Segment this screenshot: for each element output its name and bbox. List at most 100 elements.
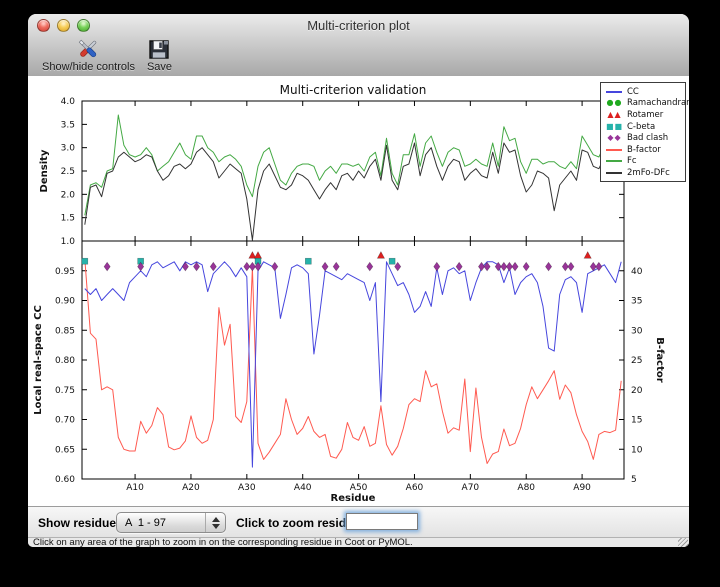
top-axes-frame <box>82 101 624 241</box>
b-factor-tick-label: 20 <box>631 386 643 396</box>
x-tick-label: A20 <box>182 483 200 493</box>
legend-swatch-line <box>601 149 627 151</box>
legend-swatch-line <box>601 91 627 93</box>
b-factor-tick-label: 10 <box>631 445 643 455</box>
x-tick-label: A40 <box>294 483 312 493</box>
y-tick-label: 0.95 <box>55 267 75 277</box>
plot-legend: CC●●Ramachandran▲▲Rotamer■■C-beta◆◆Bad c… <box>600 82 686 182</box>
legend-label: Rotamer <box>627 110 663 120</box>
legend-swatch-triangle: ▲▲ <box>601 111 627 119</box>
status-message: Click on any area of the graph to zoom i… <box>33 538 413 547</box>
b-factor-axis-label: B-factor <box>654 337 665 382</box>
screen: Multi-criterion plot <box>0 0 720 587</box>
legend-label: B-factor <box>627 145 661 155</box>
y-tick-label: 0.75 <box>55 386 75 396</box>
x-tick-label: A50 <box>350 483 368 493</box>
bad-clash-marker <box>568 262 574 271</box>
chain-range-value: A 1 - 97 <box>117 517 205 529</box>
c-beta-marker <box>82 258 88 264</box>
legend-label: CC <box>627 87 639 97</box>
bad-clash-marker <box>395 262 401 271</box>
legend-entry: ●●Ramachandran <box>601 98 685 110</box>
cc-axis-label: Local real-space CC <box>33 305 44 415</box>
y-tick-label: 4.0 <box>61 97 76 107</box>
bad-clash-marker <box>210 262 216 271</box>
fc-line <box>85 115 621 215</box>
legend-label: Bad clash <box>627 133 668 143</box>
zoom-residue-input[interactable] <box>346 513 418 530</box>
bad-clash-marker <box>193 262 199 271</box>
y-tick-label: 0.60 <box>55 475 75 485</box>
y-tick-label: 0.80 <box>55 356 75 366</box>
legend-entry: B-factor <box>601 144 685 156</box>
c-beta-marker <box>389 258 395 264</box>
traffic-lights <box>37 14 90 36</box>
bad-clash-marker <box>322 262 328 271</box>
save-icon <box>147 37 171 61</box>
window-chrome: Multi-criterion plot <box>28 14 689 77</box>
legend-swatch-circle: ●● <box>601 99 627 107</box>
b-factor-tick-label: 30 <box>631 326 643 336</box>
toolbar-button-label: Show/hide controls <box>42 61 135 73</box>
bad-clash-marker <box>545 262 551 271</box>
x-tick-label: A10 <box>126 483 144 493</box>
y-tick-label: 0.65 <box>55 445 75 455</box>
y-tick-label: 3.5 <box>61 120 75 130</box>
y-tick-label: 2.5 <box>61 167 75 177</box>
bad-clash-marker <box>512 262 518 271</box>
y-tick-label: 0.85 <box>55 326 75 336</box>
y-tick-label: 0.90 <box>55 297 75 307</box>
rotamer-marker <box>584 252 591 259</box>
legend-swatch-diamond: ◆◆ <box>601 134 627 142</box>
y-tick-label: 1.0 <box>61 237 76 247</box>
toolbar: Show/hide controls Save <box>28 36 689 76</box>
legend-swatch-square: ■■ <box>601 123 627 131</box>
status-bar: Click on any area of the graph to zoom i… <box>28 537 689 547</box>
window: Multi-criterion plot <box>28 14 689 547</box>
save-button[interactable]: Save <box>141 36 178 75</box>
multi-criterion-plot[interactable]: Multi-criterion validation4.03.53.02.52.… <box>28 76 689 506</box>
zoom-residue-label: Click to zoom residue: <box>236 516 364 530</box>
x-tick-label: A60 <box>406 483 424 493</box>
b-factor-tick-label: 25 <box>631 356 642 366</box>
titlebar[interactable]: Multi-criterion plot <box>28 14 689 36</box>
show-hide-controls-button[interactable]: Show/hide controls <box>36 36 141 75</box>
bad-clash-marker <box>182 262 188 271</box>
b-factor-tick-label: 15 <box>631 416 642 426</box>
b-factor-tick-label: 40 <box>631 267 643 277</box>
window-title: Multi-criterion plot <box>28 18 689 33</box>
residue-axis-label: Residue <box>331 493 376 504</box>
bad-clash-marker <box>523 262 529 271</box>
popup-stepper-icon <box>205 513 225 532</box>
resize-grip[interactable] <box>678 538 688 547</box>
plot-canvas: Multi-criterion validation4.03.53.02.52.… <box>28 76 689 506</box>
bad-clash-marker <box>434 262 440 271</box>
y-tick-label: 1.5 <box>61 214 75 224</box>
zoom-window-button[interactable] <box>77 19 90 32</box>
legend-label: C-beta <box>627 122 655 132</box>
legend-entry: Fc <box>601 156 685 168</box>
figure-title: Multi-criterion validation <box>280 83 427 97</box>
legend-entry: 2mFo-DFc <box>601 167 685 179</box>
controls-bar: Show residues: A 1 - 97 Click to zoom re… <box>28 506 689 537</box>
bad-clash-marker <box>456 262 462 271</box>
density-axis-label: Density <box>39 149 50 192</box>
bad-clash-marker <box>367 262 373 271</box>
y-tick-label: 2.0 <box>61 190 76 200</box>
b-factor-tick-label: 5 <box>631 475 637 485</box>
x-tick-label: A80 <box>517 483 535 493</box>
bad-clash-marker <box>333 262 339 271</box>
bad-clash-marker <box>596 262 602 271</box>
legend-label: Fc <box>627 156 637 166</box>
tools-icon <box>75 37 101 61</box>
legend-entry: ◆◆Bad clash <box>601 132 685 144</box>
x-tick-label: A30 <box>238 483 256 493</box>
chain-range-select[interactable]: A 1 - 97 <box>116 512 226 533</box>
y-tick-label: 0.70 <box>55 416 75 426</box>
close-button[interactable] <box>37 19 50 32</box>
legend-label: Ramachandran <box>627 98 689 108</box>
toolbar-button-label: Save <box>147 61 172 73</box>
x-tick-label: A70 <box>462 483 480 493</box>
b-factor-line <box>85 259 621 464</box>
minimize-button[interactable] <box>57 19 70 32</box>
